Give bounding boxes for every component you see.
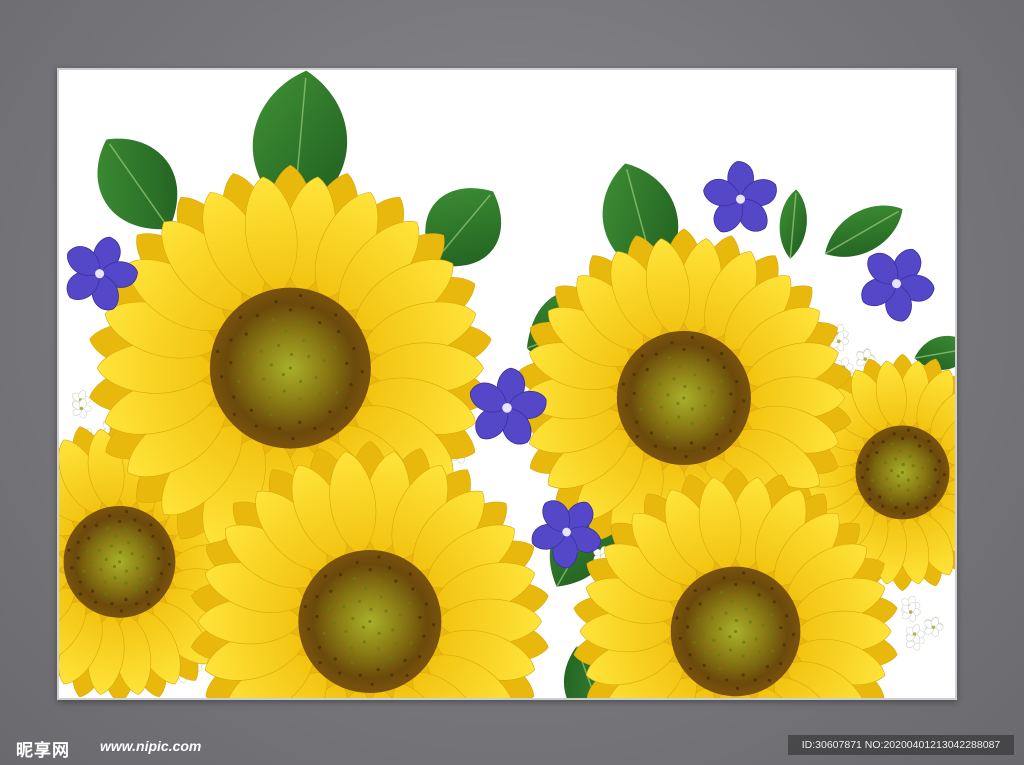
watermark-logo: 昵享网 <box>16 741 70 761</box>
white-blossom-icon <box>901 595 944 651</box>
image-id-bar: ID:30607871 NO:20200401213042288087 <box>788 735 1014 755</box>
periwinkle-icon <box>703 160 777 233</box>
flower-illustration <box>59 70 955 698</box>
leaf-icon <box>779 189 807 259</box>
framed-picture <box>57 68 957 700</box>
watermark-url: www.nipic.com <box>100 738 202 754</box>
